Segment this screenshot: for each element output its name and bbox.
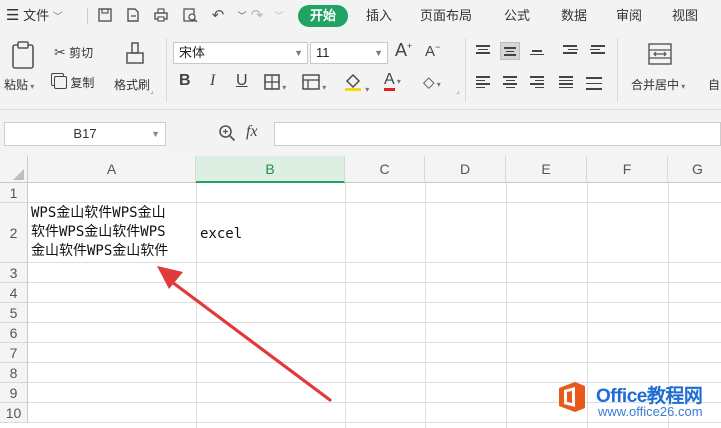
arrow-shaft [170, 280, 332, 402]
annotation-arrow [157, 266, 332, 402]
office-logo-icon [555, 380, 589, 414]
watermark-url: www.office26.com [598, 404, 703, 419]
